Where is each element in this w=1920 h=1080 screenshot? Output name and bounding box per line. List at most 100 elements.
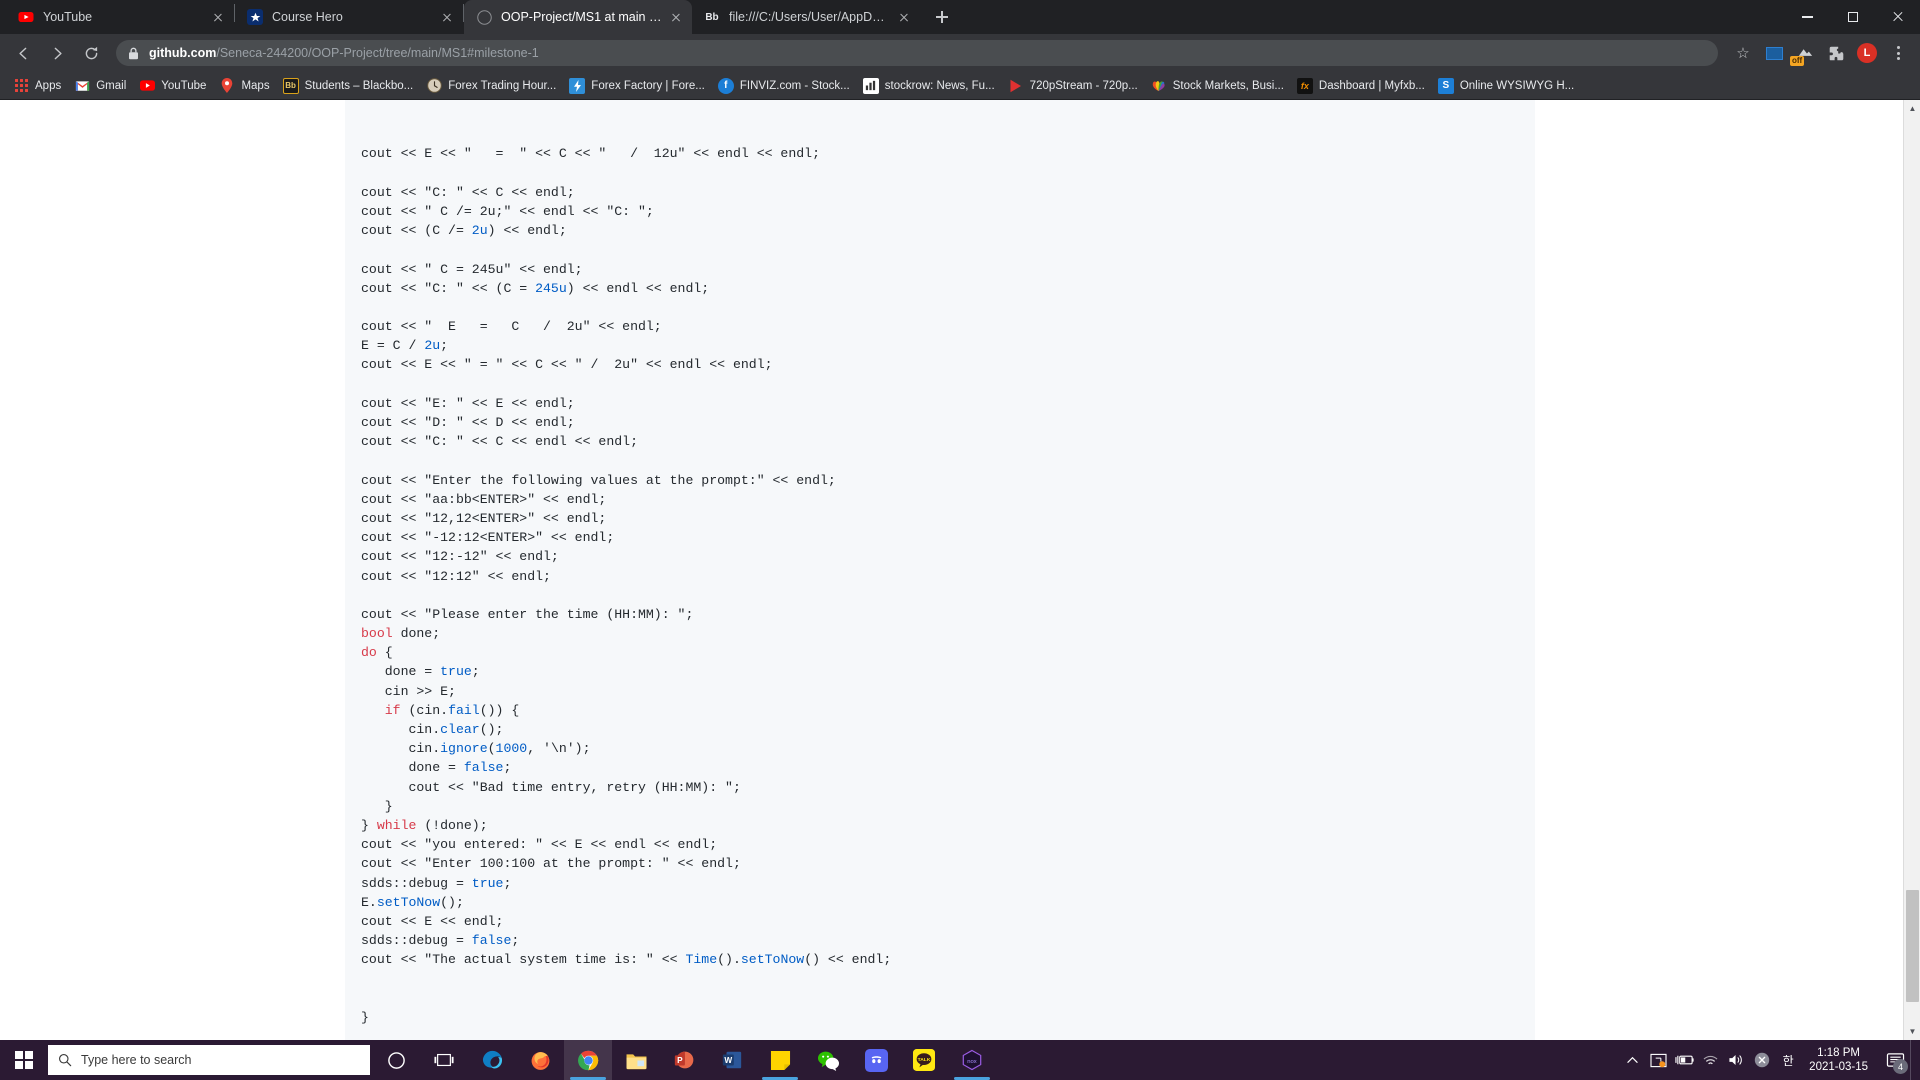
minimize-icon[interactable] — [1785, 0, 1830, 34]
code-line: cout << "C: " << (C = 245u) << endl << e… — [361, 279, 1519, 298]
extension-off-icon[interactable]: off — [1790, 43, 1819, 66]
close-icon[interactable] — [439, 9, 455, 25]
code-line: } — [361, 797, 1519, 816]
taskbar-clock[interactable]: 1:18 PM 2021-03-15 — [1801, 1046, 1880, 1074]
browser-tab-local-file[interactable]: Bb file:///C:/Users/User/AppData/Lo — [692, 0, 920, 34]
code-token: setToNow — [376, 894, 441, 910]
bookmark-star-icon[interactable]: ☆ — [1729, 39, 1757, 67]
scroll-up-arrow-icon[interactable]: ▲ — [1904, 100, 1920, 117]
code-line: cout << "aa:bb<ENTER>" << endl; — [361, 490, 1519, 509]
code-token: ; — [503, 875, 512, 891]
search-input[interactable]: Type here to search — [48, 1045, 370, 1075]
bookmark-forex-trading-hours[interactable]: Forex Trading Hour... — [421, 76, 564, 96]
profile-avatar[interactable]: L — [1853, 39, 1881, 67]
code-line: cout << " E = C / 2u" << endl; — [361, 317, 1519, 336]
play-icon — [1008, 78, 1024, 94]
forward-arrow-icon[interactable] — [42, 38, 72, 68]
close-icon[interactable] — [668, 9, 684, 25]
chrome-menu-icon[interactable] — [1884, 39, 1912, 67]
volume-icon[interactable] — [1723, 1040, 1749, 1080]
code-line: cin >> E; — [361, 682, 1519, 701]
windows-start-icon[interactable] — [0, 1040, 48, 1080]
bookmark-maps[interactable]: Maps — [214, 76, 277, 96]
code-token: } — [361, 817, 377, 833]
bookmark-label: Students – Blackbo... — [304, 79, 414, 92]
close-icon[interactable] — [1875, 0, 1920, 34]
word-icon[interactable]: W — [708, 1040, 756, 1080]
notification-center-icon[interactable]: 4 — [1880, 1040, 1910, 1080]
browser-tab-youtube[interactable]: YouTube — [6, 0, 234, 34]
code-token: 245u — [535, 280, 567, 296]
bookmark-forex-factory[interactable]: Forex Factory | Fore... — [564, 76, 713, 96]
bookmark-youtube[interactable]: YouTube — [134, 76, 214, 96]
code-token: ()) { — [479, 702, 520, 718]
google-chrome-icon[interactable] — [564, 1040, 612, 1080]
browser-tab-oop-project[interactable]: OOP-Project/MS1 at main · Senec — [464, 0, 692, 34]
bookmark-apps[interactable]: Apps — [8, 76, 69, 96]
code-token: cout << "12,12<ENTER>" << endl; — [361, 510, 607, 526]
bookmark-stock-markets[interactable]: Stock Markets, Busi... — [1146, 76, 1292, 96]
wifi-icon[interactable] — [1697, 1040, 1723, 1080]
back-arrow-icon[interactable] — [8, 38, 38, 68]
korean-ime-icon[interactable]: 한 — [1775, 1040, 1801, 1080]
powerpoint-icon[interactable]: P — [660, 1040, 708, 1080]
bookmark-gmail[interactable]: Gmail — [69, 76, 134, 96]
code-line: cout << E << endl; — [361, 912, 1519, 931]
nox-player-icon[interactable]: nox — [948, 1040, 996, 1080]
new-tab-button[interactable] — [928, 3, 956, 31]
wechat-icon[interactable] — [804, 1040, 852, 1080]
code-token: cout << "C: " << C << endl << endl; — [361, 434, 638, 450]
bookmark-stockrow[interactable]: stockrow: News, Fu... — [858, 76, 1003, 96]
browser-toolbar: github.com/Seneca-244200/OOP-Project/tre… — [0, 34, 1920, 72]
discord-icon[interactable] — [852, 1040, 900, 1080]
code-token: cin. — [361, 741, 441, 757]
code-token: cout << "Please enter the time (HH:MM): … — [361, 606, 694, 622]
task-view-icon[interactable] — [420, 1040, 468, 1080]
error-circle-icon[interactable] — [1749, 1040, 1775, 1080]
page-scrollbar[interactable]: ▲ ▼ — [1903, 100, 1920, 1040]
browser-tab-course-hero[interactable]: Course Hero — [235, 0, 463, 34]
url-host: github.com — [149, 46, 217, 60]
show-hidden-icons-chevron[interactable] — [1619, 1040, 1645, 1080]
code-token: 2u — [471, 223, 488, 239]
bookmark-finviz[interactable]: f FINVIZ.com - Stock... — [713, 76, 858, 96]
cortana-icon[interactable] — [372, 1040, 420, 1080]
svg-text:nox: nox — [967, 1059, 977, 1065]
reload-icon[interactable] — [76, 38, 106, 68]
close-icon[interactable] — [210, 9, 226, 25]
code-token: ) << endl << endl; — [566, 280, 710, 296]
bookmark-720pstream[interactable]: 720pStream - 720p... — [1003, 76, 1146, 96]
file-explorer-icon[interactable] — [612, 1040, 660, 1080]
scrollbar-thumb[interactable] — [1906, 890, 1919, 1002]
maps-pin-icon — [219, 78, 235, 94]
github-page-content: cout << E << " = " << C << " / 12u" << e… — [0, 100, 1903, 1040]
bookmark-label: Dashboard | Myfxb... — [1318, 79, 1425, 92]
microsoft-edge-icon[interactable] — [468, 1040, 516, 1080]
github-icon — [476, 9, 492, 25]
blackboard-icon: Bb — [282, 77, 299, 94]
code-line: E.setToNow(); — [361, 893, 1519, 912]
close-icon[interactable] — [896, 9, 912, 25]
extensions-puzzle-icon[interactable] — [1822, 39, 1850, 67]
code-token: } — [361, 798, 393, 814]
onedrive-sync-icon[interactable] — [1645, 1040, 1671, 1080]
kakaotalk-icon[interactable]: TALK — [900, 1040, 948, 1080]
sticky-notes-icon[interactable] — [756, 1040, 804, 1080]
bookmark-online-wysiwyg[interactable]: S Online WYSIWYG H... — [1433, 76, 1582, 96]
battery-plug-icon[interactable] — [1671, 1040, 1697, 1080]
bookmark-blackboard[interactable]: Bb Students – Blackbo... — [278, 76, 422, 96]
scroll-down-arrow-icon[interactable]: ▼ — [1904, 1023, 1920, 1040]
code-token: cout << "C: " << C << endl; — [361, 184, 575, 200]
show-desktop-button[interactable] — [1910, 1040, 1916, 1080]
code-token: 2u — [424, 338, 441, 354]
extension-off-badge: off — [1790, 56, 1805, 66]
firefox-icon[interactable] — [516, 1040, 564, 1080]
bookmark-myfxbook[interactable]: fx Dashboard | Myfxb... — [1292, 76, 1433, 96]
address-bar[interactable]: github.com/Seneca-244200/OOP-Project/tre… — [116, 40, 1718, 66]
clock-icon — [426, 78, 442, 94]
extension-image-icon[interactable] — [1760, 39, 1788, 67]
code-token: Time — [685, 952, 718, 968]
blackboard-icon: Bb — [705, 11, 719, 23]
maximize-icon[interactable] — [1830, 0, 1875, 34]
